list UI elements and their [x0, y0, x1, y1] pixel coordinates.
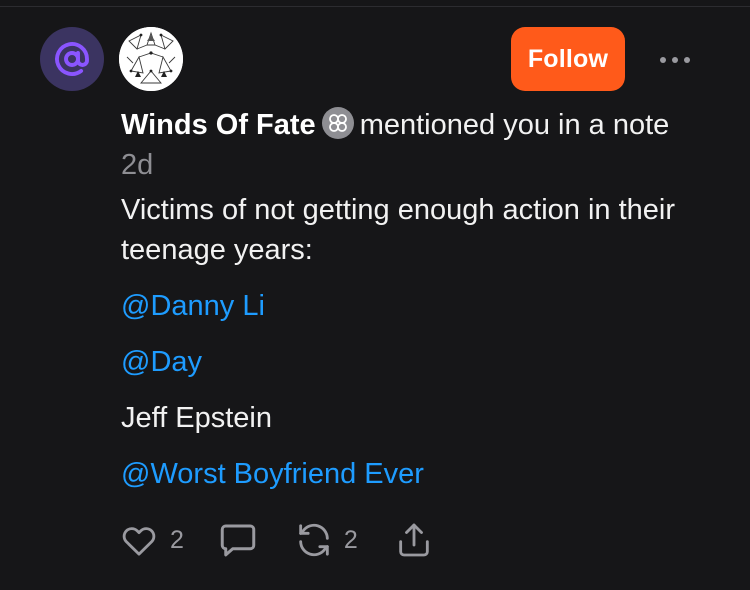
- comment-bubble-icon: [220, 524, 256, 557]
- restack-count: 2: [343, 525, 358, 554]
- avatar-image: [119, 27, 183, 91]
- author-name[interactable]: Winds Of Fate: [121, 109, 316, 141]
- like-count: 2: [170, 525, 184, 554]
- restack-icon: [299, 523, 329, 557]
- avatar[interactable]: [119, 27, 183, 91]
- comment-button[interactable]: [216, 519, 260, 561]
- timestamp: 2d: [121, 149, 154, 181]
- action-text: mentioned you in a note: [359, 109, 670, 141]
- share-button[interactable]: [394, 520, 434, 560]
- restack-button[interactable]: 2: [294, 520, 358, 560]
- ellipsis-icon: [660, 57, 690, 63]
- follow-button[interactable]: Follow: [511, 27, 625, 91]
- mention-link-day[interactable]: @Day: [121, 342, 681, 382]
- heart-icon: [122, 527, 156, 556]
- at-sign-icon: [55, 42, 89, 76]
- notification-headline: Winds Of Fate mentioned you in a note 2d: [121, 105, 681, 185]
- note-body: Victims of not getting enough action in …: [121, 190, 681, 494]
- action-bar: 2 2: [118, 520, 434, 560]
- more-options-button[interactable]: [652, 40, 698, 80]
- note-paragraph: Victims of not getting enough action in …: [121, 194, 676, 266]
- flower-badge-icon: [321, 107, 354, 139]
- notification-content: Winds Of Fate mentioned you in a note 2d …: [121, 105, 681, 494]
- mention-link-danny-li[interactable]: @Danny Li: [121, 286, 681, 326]
- mention-badge: [40, 27, 104, 91]
- top-divider: [0, 6, 750, 7]
- like-button[interactable]: 2: [118, 520, 184, 560]
- mention-link-worst-boyfriend-ever[interactable]: @Worst Boyfriend Ever: [121, 454, 681, 494]
- share-icon: [399, 523, 429, 557]
- note-paragraph: Jeff Epstein: [121, 402, 273, 434]
